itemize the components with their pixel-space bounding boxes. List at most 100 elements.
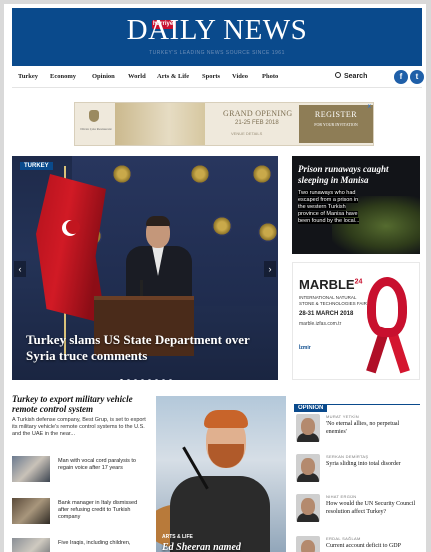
center-story-tag[interactable]: ARTS & LIFE bbox=[162, 534, 193, 540]
side-story-summary-text: Two runaways who had escaped from a pris… bbox=[298, 190, 360, 224]
slider-dot[interactable] bbox=[155, 379, 158, 380]
side-story-title[interactable]: Prison runaways caught sleeping in Manis… bbox=[298, 164, 416, 186]
slider-dot[interactable] bbox=[162, 379, 165, 380]
list-item-title[interactable]: Bank manager in Italy dismissed after re… bbox=[58, 500, 146, 521]
columnist-avatar bbox=[296, 454, 320, 482]
page: hürriyet DAILY NEWS TURKEY'S LEADING NEW… bbox=[4, 4, 426, 552]
side-story-card[interactable]: Prison runaways caught sleeping in Manis… bbox=[292, 156, 420, 254]
restaurant-crest-icon bbox=[89, 110, 99, 122]
nav-economy[interactable]: Economy bbox=[50, 73, 76, 80]
nav-photo[interactable]: Photo bbox=[262, 73, 278, 80]
columnist-name[interactable]: NIHAT ERGÜN bbox=[326, 494, 357, 499]
person-hair bbox=[146, 216, 170, 226]
opinion-item[interactable]: SERKAN DEMİRTAŞ Syria sliding into total… bbox=[294, 452, 420, 490]
left-story-title[interactable]: Turkey to export military vehicle remote… bbox=[12, 394, 147, 414]
ad-register-sub: FOR YOUR INVITATION bbox=[314, 122, 358, 127]
list-thumbnail bbox=[12, 456, 50, 482]
site-tagline: TURKEY'S LEADING NEWS SOURCE SINCE 1961 bbox=[149, 50, 285, 56]
marble-ad-brand-text: MARBLE bbox=[299, 277, 355, 292]
hero-headline[interactable]: Turkey slams US State Department over Sy… bbox=[26, 332, 266, 364]
columnist-name[interactable]: SERKAN DEMİRTAŞ bbox=[326, 454, 368, 459]
ad-image bbox=[115, 103, 205, 145]
facebook-icon[interactable]: f bbox=[394, 70, 408, 84]
marble-ad-url[interactable]: marble.izfas.com.tr bbox=[299, 321, 341, 327]
opinion-divider bbox=[294, 404, 420, 405]
slider-dot[interactable] bbox=[134, 379, 137, 380]
singer-hair bbox=[204, 410, 248, 428]
ministry-seal-icon bbox=[258, 222, 278, 242]
opinion-title[interactable]: Syria sliding into total disorder bbox=[326, 461, 418, 469]
nav-world[interactable]: World bbox=[128, 73, 146, 80]
opinion-heading[interactable]: OPINION bbox=[294, 404, 328, 412]
ministry-seal-icon bbox=[252, 164, 272, 184]
main-nav: Turkey Economy Opinion World Arts & Life… bbox=[12, 66, 424, 88]
columnist-name[interactable]: MURAT YETKİN bbox=[326, 414, 359, 419]
columnist-name[interactable]: ERDAL SAĞLAM bbox=[326, 536, 361, 541]
list-item[interactable]: Man with vocal cord paralysis to regain … bbox=[12, 456, 147, 486]
slider-dot[interactable] bbox=[148, 379, 151, 380]
left-story: Turkey to export military vehicle remote… bbox=[12, 394, 147, 438]
opinion-item[interactable]: MURAT YETKİN 'No eternal allies, no perp… bbox=[294, 412, 420, 450]
nav-video[interactable]: Video bbox=[232, 73, 248, 80]
izmir-logo: İzmir bbox=[299, 345, 311, 351]
marble-ad-subtitle: INTERNATIONAL NATURAL STONE & TECHNOLOGI… bbox=[299, 295, 367, 306]
marble-ad-brand: MARBLE24 bbox=[299, 277, 362, 292]
avatar-face bbox=[301, 418, 315, 435]
hero-slider[interactable]: TURKEY ‹ › Turkey slams US State Departm… bbox=[12, 156, 278, 380]
opinion-item[interactable]: NIHAT ERGÜN How would the UN Security Co… bbox=[294, 492, 420, 530]
avatar-face bbox=[301, 498, 315, 515]
search-icon bbox=[335, 72, 341, 78]
list-item[interactable]: Bank manager in Italy dismissed after re… bbox=[12, 498, 147, 528]
ad-close-icon[interactable]: X bbox=[368, 104, 371, 110]
list-thumbnail bbox=[12, 538, 50, 552]
nav-sports[interactable]: Sports bbox=[202, 73, 220, 80]
list-item-title[interactable]: Five Iraqis, including children, bbox=[58, 540, 146, 547]
ribbon-loop bbox=[367, 277, 407, 337]
slider-dots bbox=[120, 369, 176, 380]
flag-crescent-cut bbox=[66, 220, 80, 234]
slider-dot[interactable] bbox=[141, 379, 144, 380]
opinion-title[interactable]: Current account deficit to GDP bbox=[326, 543, 418, 551]
ad-brand: Divan Çıkı Restaurant bbox=[80, 127, 112, 131]
singer-shirt bbox=[170, 476, 270, 552]
avatar-face bbox=[301, 540, 315, 552]
masthead: hürriyet DAILY NEWS TURKEY'S LEADING NEW… bbox=[12, 8, 422, 66]
slider-dot[interactable] bbox=[127, 379, 130, 380]
search-label: Search bbox=[344, 73, 368, 80]
opinion-title[interactable]: How would the UN Security Council resolu… bbox=[326, 501, 418, 516]
nav-arts-life[interactable]: Arts & Life bbox=[157, 73, 189, 80]
list-thumbnail bbox=[12, 498, 50, 524]
marble-ad-edition: 24 bbox=[354, 278, 363, 286]
marble-ad-dates: 28-31 MARCH 2018 bbox=[299, 311, 354, 317]
slider-prev-arrow-icon[interactable]: ‹ bbox=[14, 261, 26, 277]
nav-turkey[interactable]: Turkey bbox=[18, 73, 38, 80]
ad-register-label: REGISTER bbox=[314, 110, 358, 119]
center-story-card[interactable]: ARTS & LIFE Ed Sheeran named bbox=[156, 396, 286, 552]
list-item[interactable]: Five Iraqis, including children, bbox=[12, 538, 147, 552]
columnist-avatar bbox=[296, 414, 320, 442]
opinion-item[interactable]: ERDAL SAĞLAM Current account deficit to … bbox=[294, 534, 420, 552]
left-story-summary: A Turkish defense company, Best Grup, is… bbox=[12, 417, 146, 437]
ad-banner[interactable]: Divan Çıkı Restaurant GRAND OPENING 21-2… bbox=[74, 102, 374, 146]
search-button[interactable]: Search bbox=[335, 72, 367, 80]
nav-opinion[interactable]: Opinion bbox=[92, 73, 115, 80]
ad-title: GRAND OPENING bbox=[223, 109, 293, 118]
site-logo[interactable]: DAILY NEWS bbox=[127, 14, 308, 46]
opinion-title[interactable]: 'No eternal allies, no perpetual enemies… bbox=[326, 421, 418, 436]
ad-register-button[interactable]: REGISTER FOR YOUR INVITATION bbox=[299, 105, 373, 143]
slider-dot[interactable] bbox=[169, 379, 172, 380]
opinion-section: OPINION MURAT YETKİN 'No eternal allies,… bbox=[294, 396, 420, 552]
ad-small-text: VENUE DETAILS bbox=[231, 131, 263, 136]
ministry-seal-icon bbox=[190, 164, 210, 184]
center-story-title[interactable]: Ed Sheeran named bbox=[162, 542, 282, 552]
slider-dot[interactable] bbox=[120, 379, 123, 380]
avatar-face bbox=[301, 458, 315, 475]
ministry-seal-icon bbox=[212, 216, 232, 236]
twitter-icon[interactable]: t bbox=[410, 70, 424, 84]
columnist-avatar bbox=[296, 536, 320, 552]
ad-dates: 21-25 FEB 2018 bbox=[235, 120, 279, 126]
marble-fair-ad[interactable]: MARBLE24 INTERNATIONAL NATURAL STONE & T… bbox=[292, 262, 420, 380]
slider-next-arrow-icon[interactable]: › bbox=[264, 261, 276, 277]
list-item-title[interactable]: Man with vocal cord paralysis to regain … bbox=[58, 458, 146, 472]
hero-category-tag[interactable]: TURKEY bbox=[20, 162, 53, 170]
